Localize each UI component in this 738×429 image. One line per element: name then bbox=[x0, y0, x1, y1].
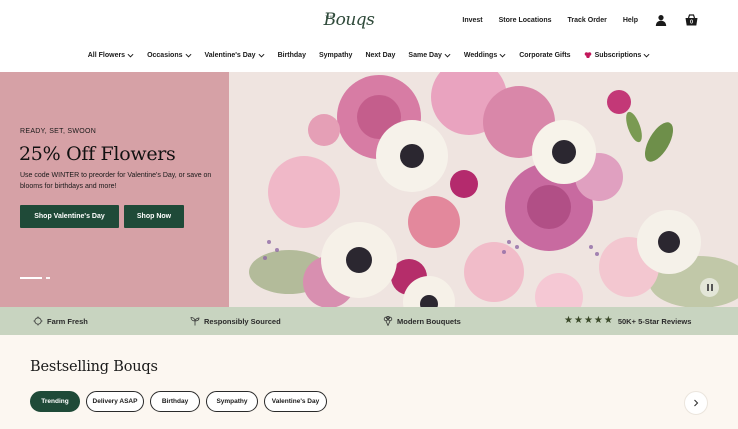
nav-label: Same Day bbox=[408, 51, 442, 59]
star-icon: ★ bbox=[593, 315, 603, 326]
filter-pill-birthday[interactable]: Birthday bbox=[150, 391, 200, 412]
nav-item-valentines-day[interactable]: Valentine's Day bbox=[205, 52, 265, 59]
nav-item-birthday[interactable]: Birthday bbox=[278, 52, 306, 59]
shop-valentines-day-button[interactable]: Shop Valentine's Day bbox=[20, 205, 119, 228]
logo-wordmark: Bouqs bbox=[323, 10, 375, 30]
main-nav: All Flowers Occasions Valentine's Day Bi… bbox=[0, 47, 738, 63]
section-title: Bestselling Bouqs bbox=[30, 359, 158, 375]
nav-label: Sympathy bbox=[318, 51, 353, 59]
nav-label: Birthday bbox=[277, 51, 306, 59]
chevron-down-icon bbox=[185, 53, 191, 57]
pause-icon-bar bbox=[710, 284, 713, 291]
account-icon[interactable] bbox=[654, 13, 668, 27]
nav-label: Corporate Gifts bbox=[519, 51, 571, 59]
hero-bouquet-image bbox=[229, 72, 738, 307]
feature-farm-fresh: Farm Fresh bbox=[33, 316, 88, 326]
carousel-dots bbox=[20, 277, 50, 279]
feature-reviews: ★ ★ ★ ★ ★ 50K+ 5-Star Reviews bbox=[564, 316, 691, 326]
filter-pill-trending[interactable]: Trending bbox=[30, 391, 80, 412]
nav-item-same-day[interactable]: Same Day bbox=[408, 51, 451, 59]
star-icon: ★ bbox=[583, 315, 593, 326]
nav-label: Weddings bbox=[463, 51, 498, 59]
hero-title: 25% Off Flowers bbox=[19, 143, 176, 165]
features-bar: Farm Fresh Responsibly Sourced Modern Bo… bbox=[0, 307, 738, 335]
feature-label: Modern Bouquets bbox=[397, 316, 461, 326]
utility-link-store-locations[interactable]: Store Locations bbox=[499, 17, 552, 24]
nav-item-all-flowers[interactable]: All Flowers bbox=[88, 52, 134, 59]
sprout-icon bbox=[190, 317, 200, 326]
hero-promo-panel: READY, SET, SWOON 25% Off Flowers Use co… bbox=[0, 72, 229, 307]
hero-subtitle: Use code WINTER to preorder for Valentin… bbox=[20, 172, 212, 190]
cart-count: 0 bbox=[689, 20, 692, 26]
subscription-flower-icon bbox=[584, 52, 591, 58]
utility-link-track-order[interactable]: Track Order bbox=[568, 17, 607, 24]
chevron-down-icon bbox=[643, 53, 650, 57]
chevron-down-icon bbox=[499, 53, 506, 57]
five-star-rating: ★ ★ ★ ★ ★ bbox=[564, 316, 614, 326]
nav-item-occasions[interactable]: Occasions bbox=[147, 52, 191, 59]
filter-pill-valentines-day[interactable]: Valentine's Day bbox=[264, 391, 327, 412]
chevron-down-icon bbox=[444, 53, 451, 57]
bouquet-icon bbox=[383, 316, 393, 326]
utility-nav: Invest Store Locations Track Order Help … bbox=[446, 12, 698, 28]
nav-label: Valentine's Day bbox=[204, 51, 256, 59]
brand-logo[interactable]: THE Bouqs bbox=[323, 6, 375, 34]
nav-item-subscriptions[interactable]: Subscriptions bbox=[584, 51, 651, 59]
carousel-next-button[interactable] bbox=[684, 391, 708, 415]
star-icon: ★ bbox=[564, 315, 573, 326]
nav-label: Subscriptions bbox=[594, 51, 642, 59]
carousel-pause-button[interactable] bbox=[700, 278, 719, 297]
shop-now-button[interactable]: Shop Now bbox=[124, 205, 184, 228]
feature-responsibly-sourced: Responsibly Sourced bbox=[190, 316, 281, 326]
nav-label: Next Day bbox=[365, 51, 396, 59]
star-icon: ★ bbox=[573, 315, 583, 326]
filter-pills: Trending Delivery ASAP Birthday Sympathy… bbox=[30, 391, 333, 412]
utility-link-invest[interactable]: Invest bbox=[462, 17, 482, 24]
nav-item-next-day[interactable]: Next Day bbox=[365, 52, 395, 59]
feature-modern-bouquets: Modern Bouquets bbox=[383, 316, 461, 326]
filter-pill-sympathy[interactable]: Sympathy bbox=[206, 391, 258, 412]
filter-pill-delivery-asap[interactable]: Delivery ASAP bbox=[86, 391, 144, 412]
nav-label: Occasions bbox=[147, 51, 183, 59]
leaf-icon bbox=[33, 316, 43, 326]
carousel-dot-active[interactable] bbox=[20, 277, 42, 279]
nav-label: All Flowers bbox=[87, 51, 126, 59]
star-icon: ★ bbox=[603, 315, 613, 326]
cart-icon[interactable]: 0 bbox=[684, 13, 698, 27]
chevron-down-icon bbox=[258, 53, 265, 57]
chevron-down-icon bbox=[127, 53, 134, 57]
pause-icon-bar bbox=[706, 284, 709, 291]
hero-banner: READY, SET, SWOON 25% Off Flowers Use co… bbox=[0, 72, 738, 307]
utility-link-help[interactable]: Help bbox=[623, 17, 638, 24]
feature-label: Responsibly Sourced bbox=[204, 316, 281, 326]
site-header: THE Bouqs Invest Store Locations Track O… bbox=[0, 0, 738, 72]
bestsellers-section: Bestselling Bouqs Trending Delivery ASAP… bbox=[0, 335, 738, 429]
feature-label: 50K+ 5-Star Reviews bbox=[617, 316, 692, 326]
nav-item-corporate-gifts[interactable]: Corporate Gifts bbox=[519, 52, 570, 59]
nav-item-weddings[interactable]: Weddings bbox=[464, 52, 506, 59]
logo-prefix: THE bbox=[325, 14, 335, 19]
carousel-dot[interactable] bbox=[46, 277, 50, 279]
nav-item-sympathy[interactable]: Sympathy bbox=[319, 52, 352, 59]
hero-eyebrow: READY, SET, SWOON bbox=[20, 128, 97, 135]
chevron-right-icon bbox=[694, 399, 699, 407]
feature-label: Farm Fresh bbox=[47, 316, 88, 326]
